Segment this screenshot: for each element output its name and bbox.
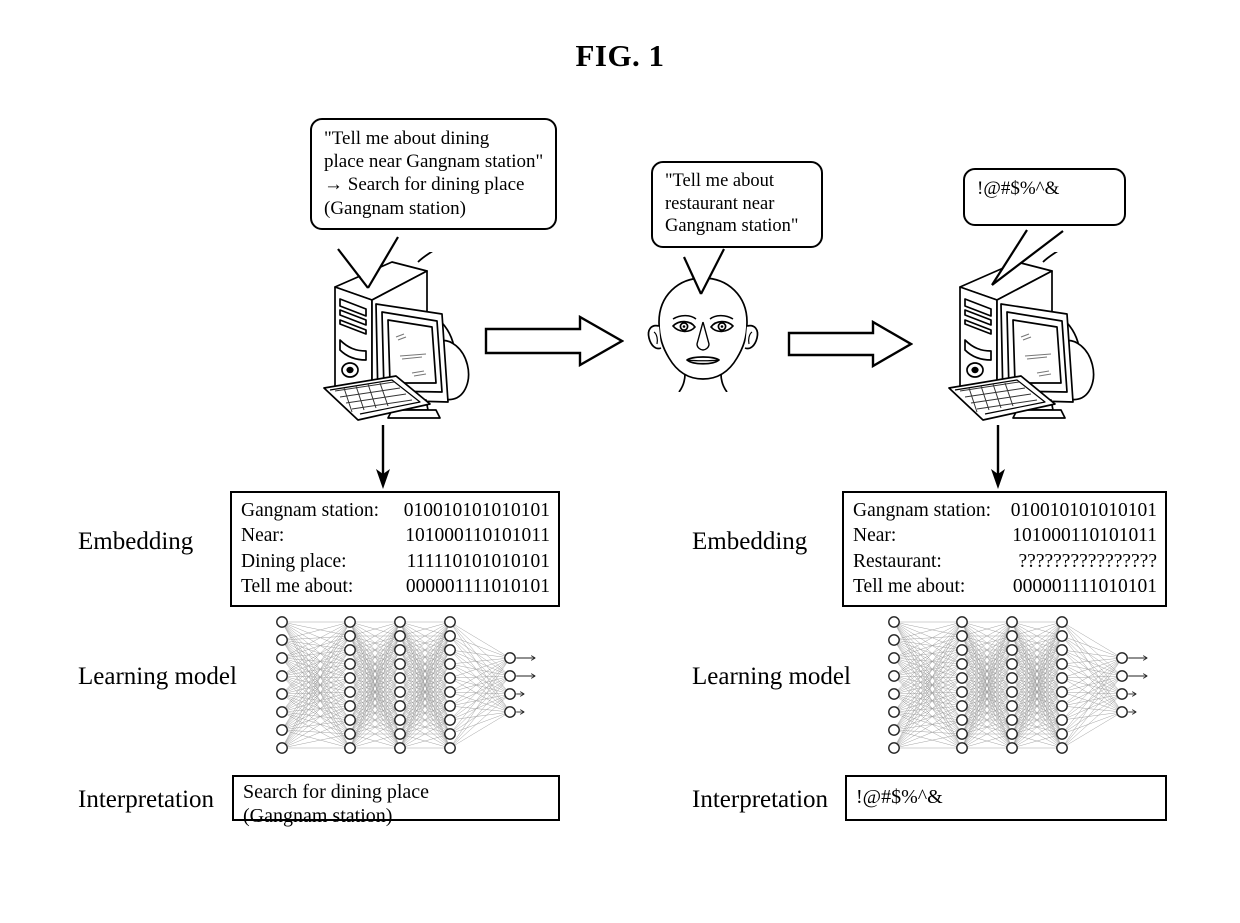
bubble-line: → Search for dining place [324, 174, 525, 196]
embedding-row: Gangnam station: 010010101010101 [241, 498, 550, 523]
row-label-embedding-left: Embedding [78, 528, 194, 555]
bubble-line: restaurant near [665, 193, 775, 214]
embedding-box-right: Gangnam station: 010010101010101 Near: 1… [842, 491, 1167, 608]
computer-output-bubble: "Tell me about dining place near Gangnam… [310, 118, 557, 230]
embedding-key: Gangnam station: [853, 500, 992, 521]
embedding-row: Restaurant: ???????????????? [853, 549, 1157, 574]
embedding-value: 101000110101011 [1012, 525, 1157, 547]
row-label-interpretation-right: Interpretation [692, 786, 829, 813]
middle-bubble-tail [683, 248, 725, 295]
neural-network-icon [888, 616, 1148, 754]
bubble-line: place near Gangnam station" [324, 151, 544, 173]
embedding-row: Dining place: 111110101010101 [241, 549, 550, 574]
right-bubble-tail [991, 229, 1064, 286]
embedding-value: 010010101010101 [1010, 500, 1157, 521]
embedding-row: Near: 101000110101011 [853, 523, 1157, 548]
figure-title: FIG. 1 [575, 38, 665, 73]
interpretation-line: (Gangnam station) [243, 804, 393, 827]
embedding-key: Gangnam station: [241, 500, 380, 521]
row-label-learning-model-left: Learning model [78, 663, 237, 690]
bubble-line: (Gangnam station) [324, 197, 466, 219]
neural-network-icon [276, 616, 536, 754]
left-bubble-tail [337, 236, 399, 289]
embedding-row: Tell me about: 000001111010101 [853, 574, 1157, 599]
embedding-value: 000001111010101 [405, 576, 550, 598]
embedding-key: Tell me about: [241, 576, 354, 598]
embedding-key: Near: [241, 525, 285, 547]
row-label-interpretation-left: Interpretation [78, 786, 215, 813]
interpretation-line: Search for dining place [243, 781, 430, 803]
bubble-line: "Tell me about [665, 171, 775, 191]
embedding-key: Dining place: [241, 550, 347, 572]
bubble-line: "Tell me about dining [324, 128, 490, 149]
patent-figure-1: FIG. 1 "Tell me about dining place near … [0, 0, 1240, 923]
interpretation-box-left: Search for dining place (Gangnam station… [232, 775, 560, 827]
row-label-learning-model-right: Learning model [692, 663, 851, 690]
embedding-value: 101000110101011 [405, 525, 550, 547]
embedding-value: 000001111010101 [1012, 576, 1157, 598]
embedding-box-left: Gangnam station: 010010101010101 Near: 1… [230, 491, 560, 608]
embedding-value: 111110101010101 [406, 550, 550, 572]
interpretation-line: !@#$%^& [856, 786, 943, 808]
arrow-down-icon [376, 425, 390, 489]
arrow-down-icon [991, 425, 1005, 489]
embedding-row: Near: 101000110101011 [241, 523, 550, 548]
embedding-row: Gangnam station: 010010101010101 [853, 498, 1157, 523]
embedding-value: 010010101010101 [403, 500, 550, 521]
interpretation-box-right: !@#$%^& [845, 775, 1167, 821]
bubble-line: !@#$%^& [977, 178, 1060, 199]
embedding-row: Tell me about: 000001111010101 [241, 574, 550, 599]
block-arrow-right-icon [787, 320, 913, 368]
block-arrow-right-icon [484, 315, 624, 367]
user-utterance-bubble: "Tell me about restaurant near Gangnam s… [651, 161, 823, 248]
embedding-key: Near: [853, 525, 897, 547]
bubble-line: Gangnam station" [665, 216, 799, 237]
embedding-value: ???????????????? [1018, 550, 1157, 572]
computer-garbled-bubble: !@#$%^& [963, 168, 1126, 226]
embedding-key: Tell me about: [853, 576, 966, 598]
row-label-embedding-right: Embedding [692, 528, 808, 555]
embedding-key: Restaurant: [853, 550, 942, 572]
